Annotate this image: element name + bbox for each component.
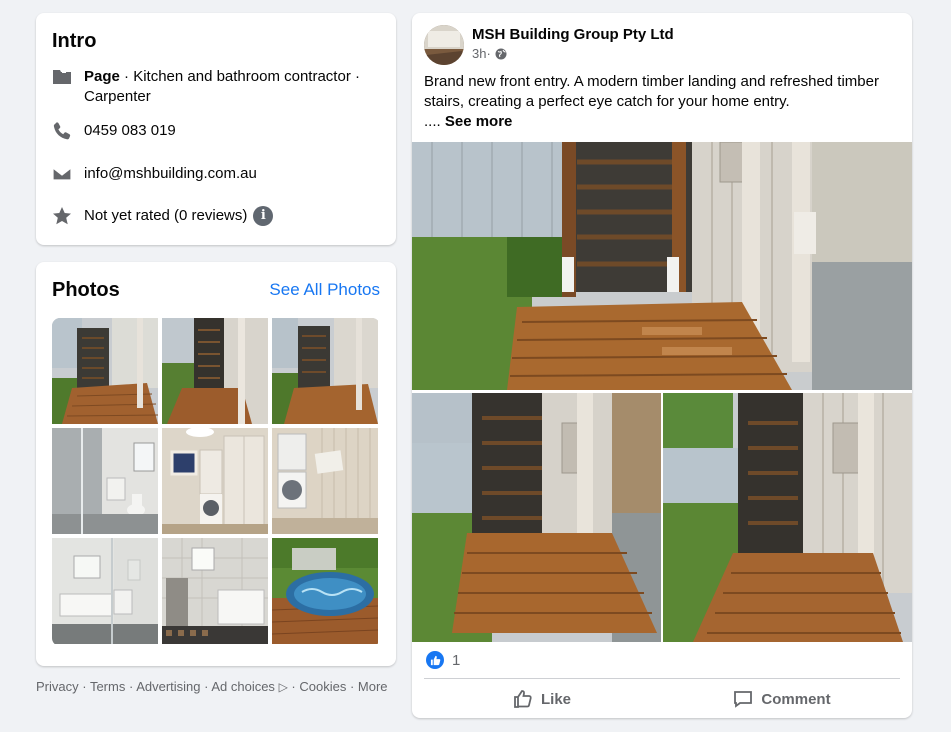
- footer-separator: ·: [125, 679, 137, 694]
- phone-number[interactable]: 0459 083 019: [84, 121, 176, 141]
- email-address[interactable]: info@mshbuilding.com.au: [84, 164, 257, 184]
- like-label: Like: [540, 690, 571, 708]
- page-category: · Kitchen and bathroom contractor · Carp…: [84, 68, 360, 105]
- footer-separator: ·: [78, 679, 90, 694]
- see-more-link[interactable]: See more: [445, 113, 513, 130]
- photo-thumbnail-stairs-deck-3[interactable]: [272, 318, 378, 424]
- footer-link-ad-choices[interactable]: Ad choices: [211, 679, 275, 694]
- reaction-summary[interactable]: 1: [426, 651, 460, 669]
- globe-icon: [495, 48, 507, 59]
- footer-separator: ·: [200, 679, 212, 694]
- comment-label: Comment: [761, 690, 831, 708]
- reaction-count: 1: [452, 651, 461, 669]
- photo-thumbnail-bathroom-shower[interactable]: [52, 428, 158, 534]
- like-button[interactable]: Like: [512, 685, 572, 713]
- footer-link-cookies[interactable]: Cookies: [299, 679, 346, 694]
- footer-separator: ·: [346, 679, 358, 694]
- phone-icon: [52, 121, 72, 141]
- star-icon: [52, 206, 72, 226]
- footer-link-advertising[interactable]: Advertising: [136, 679, 200, 694]
- info-icon[interactable]: i: [253, 206, 274, 226]
- post-meta-separator: ·: [486, 46, 491, 61]
- comment-button[interactable]: Comment: [732, 685, 832, 713]
- photos-title: Photos: [52, 279, 120, 301]
- rating-text: Not yet rated (0 reviews): [84, 207, 248, 224]
- post-photo-main[interactable]: [412, 142, 912, 390]
- footer-link-more[interactable]: More: [358, 679, 388, 694]
- intro-page-category: Page · Kitchen and bathroom contractor ·…: [52, 67, 382, 107]
- intro-phone: 0459 083 019: [52, 121, 382, 141]
- see-all-photos-link[interactable]: See All Photos: [269, 280, 380, 300]
- footer-link-privacy[interactable]: Privacy: [36, 679, 79, 694]
- adchoices-icon[interactable]: ▷: [279, 678, 288, 696]
- photo-thumbnail-laundry-cabinets[interactable]: [162, 428, 268, 534]
- photo-thumbnail-bathroom-bathtub[interactable]: [162, 538, 268, 644]
- intro-rating: Not yet rated (0 reviews) i: [52, 206, 382, 226]
- post-time[interactable]: 3h: [472, 46, 486, 61]
- footer-links: Privacy · Terms · Advertising · Ad choic…: [36, 678, 396, 696]
- photo-thumbnail-stairs-deck-1[interactable]: [52, 318, 158, 424]
- photo-grid: [52, 318, 380, 646]
- post-body: Brand new front entry. A modern timber l…: [424, 73, 879, 110]
- comment-icon: [734, 691, 753, 708]
- photo-thumbnail-laundry-wall[interactable]: [272, 428, 378, 534]
- action-divider: [424, 678, 900, 679]
- post-page-name[interactable]: MSH Building Group Pty Ltd: [472, 26, 674, 43]
- intro-title: Intro: [52, 30, 97, 52]
- photos-card: Photos See All Photos: [36, 262, 396, 666]
- post-card: MSH Building Group Pty Ltd 3h · Brand ne…: [412, 13, 912, 718]
- mail-icon: [52, 164, 72, 184]
- post-text: Brand new front entry. A modern timber l…: [424, 72, 904, 132]
- intro-email: info@mshbuilding.com.au: [52, 164, 382, 184]
- footer-separator: ·: [287, 679, 300, 694]
- flag-icon: [52, 67, 72, 87]
- photo-thumbnail-stairs-deck-2[interactable]: [162, 318, 268, 424]
- photo-thumbnail-bathroom-window[interactable]: [52, 538, 158, 644]
- page-label: Page: [84, 68, 120, 85]
- post-meta: 3h ·: [472, 46, 507, 61]
- photo-thumbnail-pool-deck[interactable]: [272, 538, 378, 644]
- like-reaction-icon: [426, 651, 444, 669]
- post-ellipsis: ....: [424, 113, 445, 130]
- thumbs-up-icon: [514, 690, 532, 708]
- page-avatar[interactable]: [424, 25, 464, 65]
- intro-card: Intro Page · Kitchen and bathroom contra…: [36, 13, 396, 245]
- post-photo-right[interactable]: [663, 393, 912, 642]
- footer-link-terms[interactable]: Terms: [90, 679, 125, 694]
- post-photo-left[interactable]: [412, 393, 661, 642]
